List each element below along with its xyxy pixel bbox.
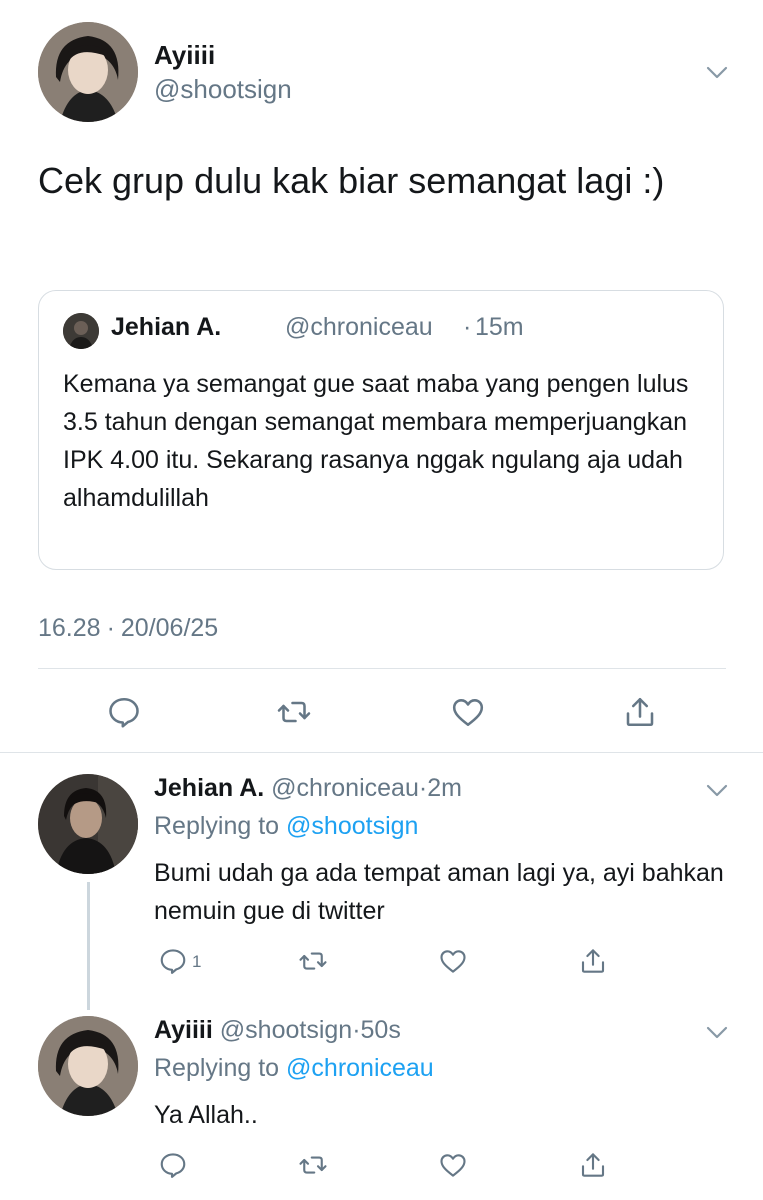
quoted-avatar [63, 313, 99, 349]
chevron-down-icon[interactable] [706, 1026, 728, 1040]
share-icon[interactable] [622, 694, 658, 730]
reply-icon[interactable] [158, 946, 188, 976]
reply-tweet[interactable]: Ayiiii @shootsign·50s Replying to @chron… [38, 1016, 728, 1186]
tweet-time: 16.28 [38, 614, 101, 642]
like-icon[interactable] [438, 946, 468, 976]
quoted-display-name: Jehian A. [111, 313, 222, 341]
tweet-date: 20/06/25 [120, 614, 219, 642]
avatar[interactable] [38, 774, 138, 874]
main-tweet-header: Ayiiii @shootsign [38, 22, 728, 126]
avatar[interactable] [38, 22, 138, 122]
quoted-time: 15m [475, 313, 524, 341]
quoted-tweet-card[interactable]: Jehian A. @chroniceau · 15m Kemana ya se… [38, 290, 724, 570]
reply-time: 2m [427, 774, 462, 802]
share-icon[interactable] [578, 1150, 608, 1180]
reply-text: Ya Allah.. [154, 1101, 258, 1129]
like-icon[interactable] [450, 694, 486, 730]
retweet-icon[interactable] [298, 1150, 328, 1180]
quoted-tweet-text: Kemana ya semangat gue saat maba yang pe… [63, 370, 689, 512]
quoted-username: @chroniceau [285, 313, 433, 341]
retweet-icon[interactable] [276, 694, 312, 730]
tweet-timestamp: 16.28 · 20/06/25 [38, 614, 218, 643]
reply-time: 50s [360, 1016, 401, 1044]
display-name[interactable]: Ayiiii [154, 40, 215, 71]
separator: · [352, 1016, 361, 1044]
replying-to-link[interactable]: @chroniceau [286, 1054, 434, 1082]
divider [38, 668, 726, 669]
replying-to-label: Replying to [154, 1054, 280, 1082]
retweet-icon[interactable] [298, 946, 328, 976]
chevron-down-icon[interactable] [706, 784, 728, 798]
reply-header: Ayiiii @shootsign·50s [154, 1016, 401, 1045]
separator: · [418, 774, 428, 802]
display-name[interactable]: Jehian A. [154, 774, 264, 802]
replying-to-link[interactable]: @shootsign [286, 812, 418, 840]
share-icon[interactable] [578, 946, 608, 976]
display-name[interactable]: Ayiiii [154, 1016, 213, 1044]
tweet-actions [38, 680, 726, 744]
reply-icon[interactable] [106, 694, 142, 730]
replying-to-label: Replying to [154, 812, 280, 840]
timestamp-separator: · [106, 614, 115, 642]
thread-connector [87, 882, 90, 1010]
reply-icon[interactable] [158, 1150, 188, 1180]
divider [0, 752, 763, 753]
reply-actions [154, 1150, 724, 1190]
reply-count: 1 [192, 952, 202, 971]
chevron-down-icon[interactable] [706, 66, 728, 80]
replying-to: Replying to @shootsign [154, 812, 418, 841]
reply-header: Jehian A. @chroniceau·2m [154, 774, 462, 803]
quoted-separator: · [463, 313, 472, 341]
reply-tweet[interactable]: Jehian A. @chroniceau·2m Replying to @sh… [38, 774, 728, 994]
like-icon[interactable] [438, 1150, 468, 1180]
avatar[interactable] [38, 1016, 138, 1116]
username[interactable]: @chroniceau [271, 774, 419, 802]
username[interactable]: @shootsign [154, 74, 292, 105]
reply-actions: 1 [154, 946, 724, 986]
tweet-text: Cek grup dulu kak biar semangat lagi :) [38, 160, 665, 201]
replying-to: Replying to @chroniceau [154, 1054, 434, 1083]
reply-text: Bumi udah ga ada tempat aman lagi ya, ay… [154, 859, 724, 925]
username[interactable]: @shootsign [220, 1016, 352, 1044]
